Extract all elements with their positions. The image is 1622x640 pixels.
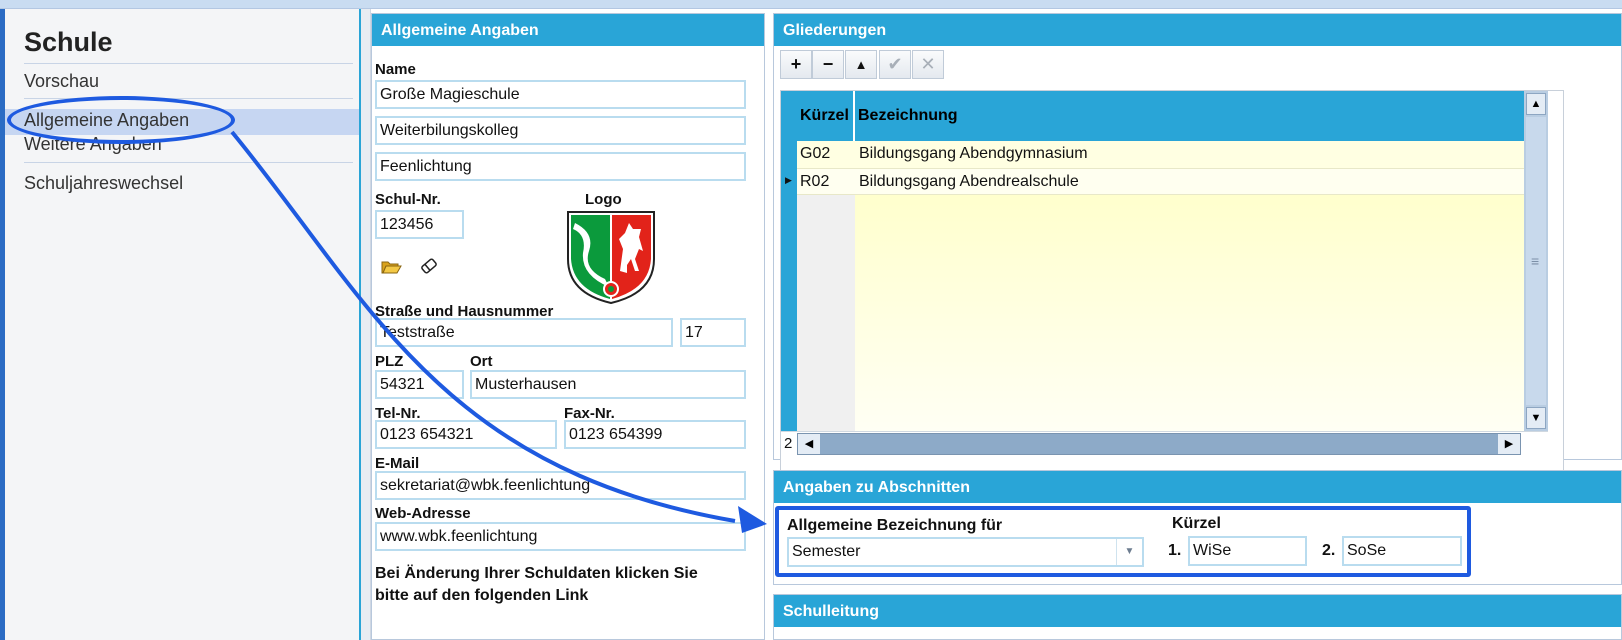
annotation-arrow bbox=[230, 130, 767, 533]
